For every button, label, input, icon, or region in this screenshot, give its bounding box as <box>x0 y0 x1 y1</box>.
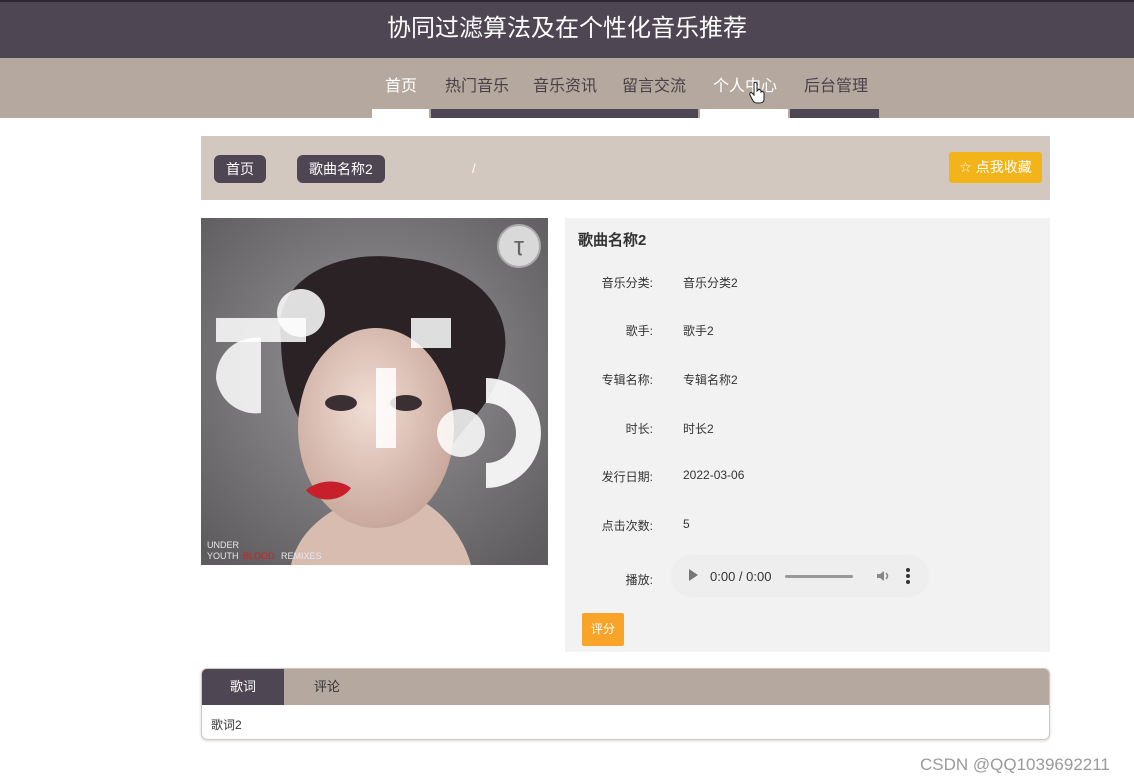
audio-time: 0:00 / 0:00 <box>710 569 772 584</box>
audio-progress-slider[interactable] <box>785 575 853 578</box>
favorite-button[interactable]: ☆ 点我收藏 <box>949 152 1042 183</box>
field-value-album: 专辑名称2 <box>683 373 738 387</box>
cover-text-youth: YOUTH <box>207 551 239 561</box>
tab-comments[interactable]: 评论 <box>284 669 370 705</box>
audio-player: 0:00 / 0:00 <box>671 555 929 597</box>
breadcrumb: 首页 / 歌曲名称2 ☆ 点我收藏 <box>201 136 1050 200</box>
field-value-release-date: 2022-03-06 <box>683 468 745 482</box>
field-value-clicks: 5 <box>683 517 690 531</box>
cover-text-blood: BLOOD <box>243 551 275 561</box>
nav-indicator-admin <box>790 109 879 118</box>
breadcrumb-separator: / <box>472 161 476 176</box>
main-nav: 首页 热门音乐 音乐资讯 留言交流 个人中心 后台管理 <box>0 58 1134 118</box>
field-label-singer: 歌手: <box>625 324 653 338</box>
play-icon[interactable] <box>689 569 698 581</box>
field-label-category: 音乐分类: <box>601 276 653 290</box>
field-label-duration: 时长: <box>625 422 653 436</box>
nav-item-messages[interactable]: 留言交流 <box>622 72 686 96</box>
volume-icon[interactable] <box>875 568 891 584</box>
hand-cursor-icon <box>749 82 765 104</box>
breadcrumb-current[interactable]: 歌曲名称2 <box>297 155 385 183</box>
field-label-clicks: 点击次数: <box>601 519 653 533</box>
nav-item-hot-music[interactable]: 热门音乐 <box>445 72 509 96</box>
field-value-duration: 时长2 <box>683 422 714 436</box>
nav-item-home[interactable]: 首页 <box>385 72 417 96</box>
nav-indicator-personal <box>700 109 788 118</box>
field-value-category: 音乐分类2 <box>683 276 738 290</box>
nav-item-admin[interactable]: 后台管理 <box>804 72 868 96</box>
more-options-icon[interactable] <box>905 567 911 585</box>
detail-tabs: 歌词 评论 歌词2 <box>201 668 1050 740</box>
song-info-panel: 歌曲名称2 音乐分类: 音乐分类2 歌手: 歌手2 专辑名称: 专辑名称2 时长… <box>565 218 1050 652</box>
watermark: CSDN @QQ1039692211 <box>920 755 1110 774</box>
nav-indicator-home <box>372 109 429 118</box>
field-value-singer: 歌手2 <box>683 324 714 338</box>
album-cover-art: Ʈ UNDER YOUTH BLOOD REMIXES <box>201 218 548 565</box>
song-title: 歌曲名称2 <box>578 232 647 249</box>
lyrics-content: 歌词2 <box>211 718 242 732</box>
nav-item-music-news[interactable]: 音乐资讯 <box>533 72 597 96</box>
field-label-play: 播放: <box>625 573 653 587</box>
svg-text:Ʈ: Ʈ <box>514 239 524 256</box>
field-label-album: 专辑名称: <box>601 373 653 387</box>
nav-indicator-dark <box>431 109 698 118</box>
breadcrumb-home[interactable]: 首页 <box>214 155 266 183</box>
nav-item-personal-center[interactable]: 个人中心 <box>713 72 777 96</box>
cover-text-under: UNDER <box>207 540 240 550</box>
album-cover: Ʈ UNDER YOUTH BLOOD REMIXES <box>201 218 548 565</box>
tab-lyrics[interactable]: 歌词 <box>202 669 284 705</box>
tab-header: 歌词 评论 <box>202 669 1049 705</box>
cover-text-remixes: REMIXES <box>281 551 322 561</box>
rate-button[interactable]: 评分 <box>582 613 624 646</box>
site-title: 协同过滤算法及在个性化音乐推荐 <box>0 2 1134 58</box>
field-label-release-date: 发行日期: <box>601 470 653 484</box>
